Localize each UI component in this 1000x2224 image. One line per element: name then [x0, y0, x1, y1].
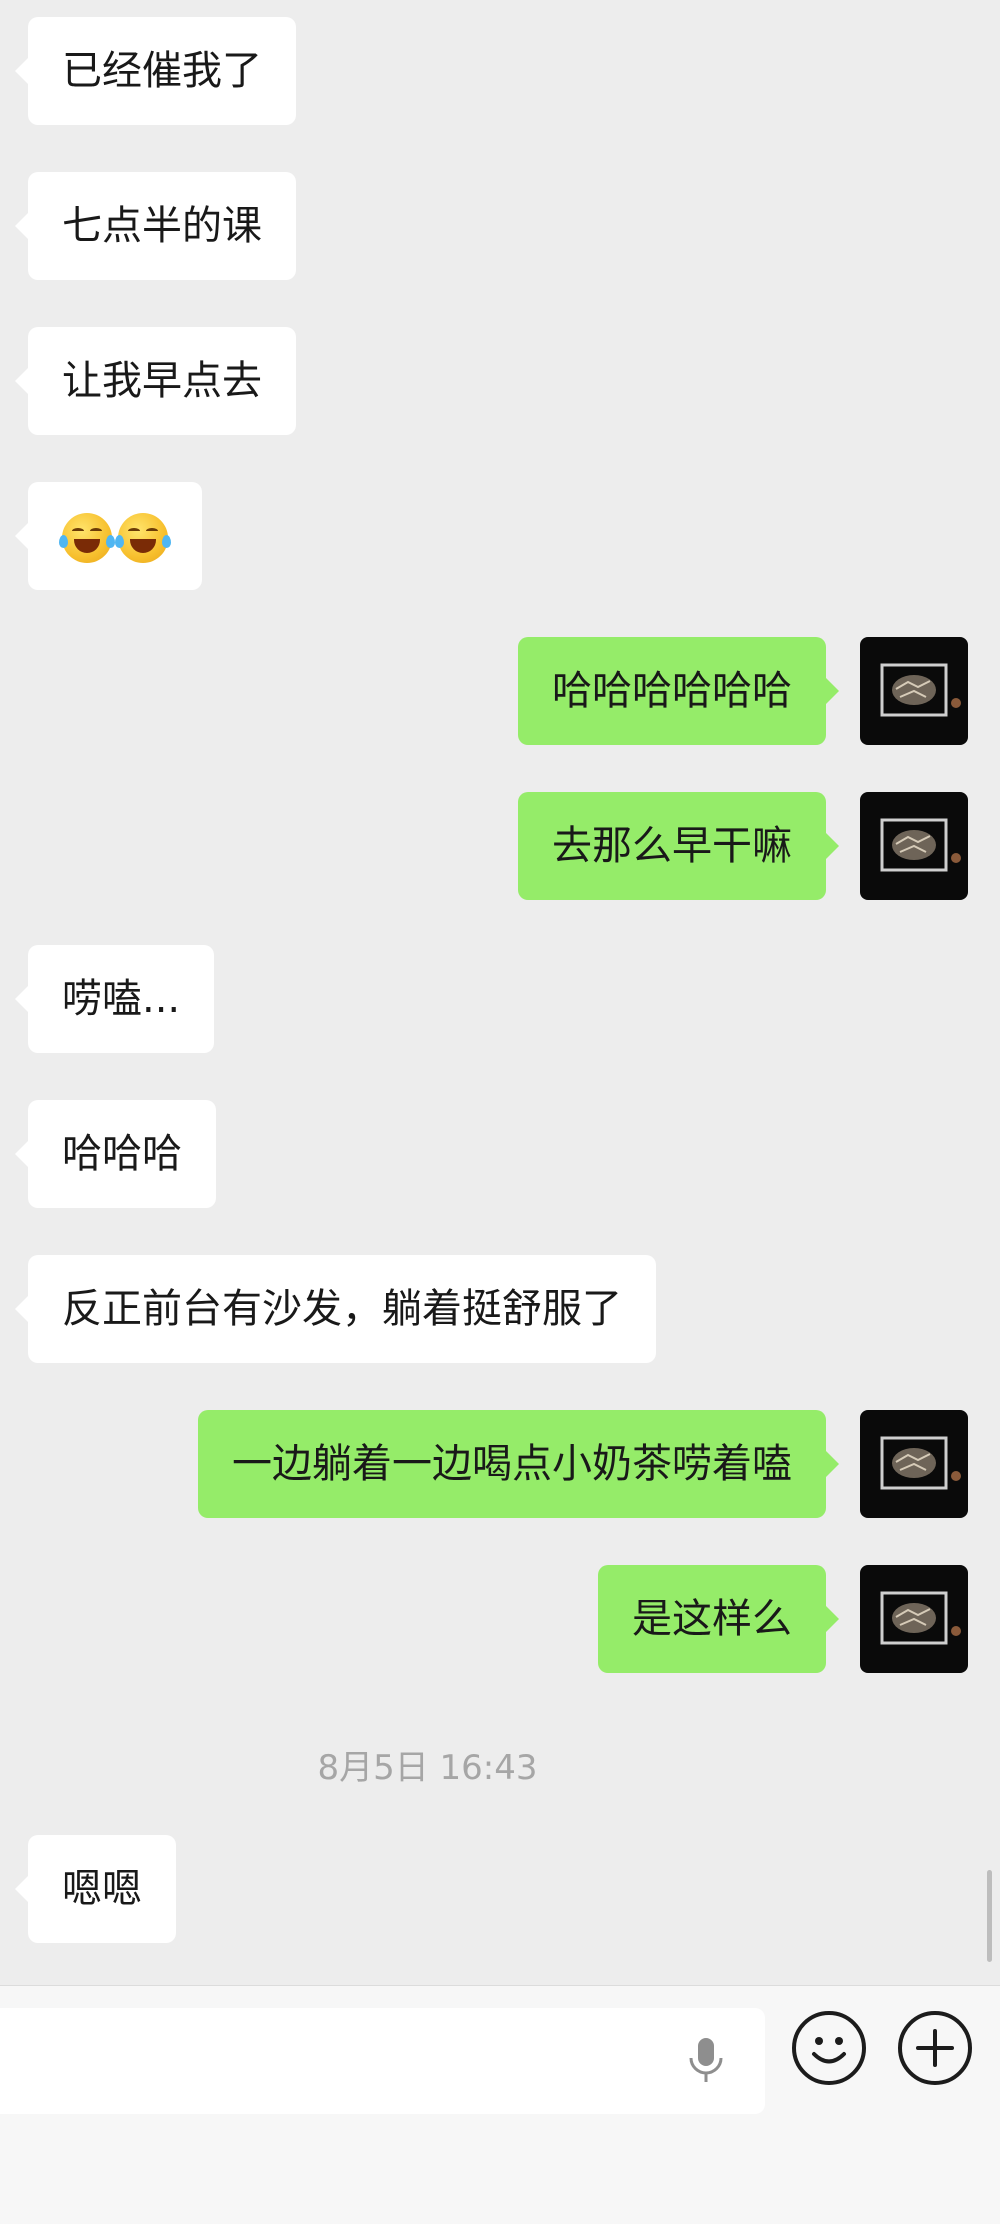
message-bubble-incoming[interactable]: 唠嗑...: [14, 945, 215, 1053]
message-bubble-incoming[interactable]: 让我早点去: [15, 327, 296, 435]
scrollbar[interactable]: [987, 1870, 992, 1962]
message-row-outgoing: 是这样么: [0, 1565, 1000, 1673]
message-text: 去那么早干嘛: [552, 823, 792, 869]
avatar[interactable]: [860, 792, 968, 900]
input-bar: [0, 1985, 1000, 2224]
more-options-button[interactable]: [898, 2011, 972, 2085]
avatar[interactable]: [860, 637, 968, 745]
message-bubble-outgoing[interactable]: 去那么早干嘛: [518, 792, 839, 900]
chat-history[interactable]: 已经催我了 七点半的课 让我早点去 哈哈哈哈哈哈 去那么早干嘛 唠嗑... 哈哈…: [0, 0, 1000, 1985]
message-row-outgoing: 哈哈哈哈哈哈: [0, 637, 1000, 745]
message-text: 唠嗑...: [62, 976, 181, 1022]
avatar[interactable]: [860, 1565, 968, 1673]
microphone-icon[interactable]: [684, 2036, 728, 2086]
message-bubble-outgoing[interactable]: 是这样么: [598, 1565, 839, 1673]
message-text: 七点半的课: [62, 203, 262, 249]
emoji-button[interactable]: [792, 2011, 866, 2085]
message-input-box[interactable]: [0, 2008, 765, 2114]
plus-icon: [916, 2029, 954, 2067]
message-bubble-incoming[interactable]: 已经催我了: [15, 17, 296, 125]
message-row-outgoing: 去那么早干嘛: [0, 792, 1000, 900]
message-timestamp: 8月5日 16:43: [317, 1748, 538, 1788]
message-row-outgoing: 一边躺着一边喝点小奶茶唠着嗑: [0, 1410, 1000, 1518]
message-text: 让我早点去: [62, 358, 262, 404]
message-bubble-outgoing[interactable]: 哈哈哈哈哈哈: [518, 637, 839, 745]
message-row-incoming: 嗯嗯: [0, 1835, 1000, 1943]
smiley-face-icon: [812, 2037, 846, 2064]
message-text: 嗯嗯: [62, 1866, 142, 1912]
message-row-incoming: 哈哈哈: [0, 1100, 1000, 1208]
message-text: 哈哈哈哈哈哈: [552, 668, 792, 714]
message-bubble-incoming[interactable]: 哈哈哈: [15, 1100, 216, 1208]
message-row-incoming: 让我早点去: [0, 327, 1000, 435]
message-bubble-incoming[interactable]: 嗯嗯: [15, 1835, 176, 1943]
message-row-incoming: 七点半的课: [0, 172, 1000, 280]
message-bubble-incoming[interactable]: [15, 482, 202, 590]
message-text: 哈哈哈: [62, 1131, 182, 1177]
message-bubble-incoming[interactable]: 反正前台有沙发，躺着挺舒服了: [15, 1255, 656, 1363]
message-row-incoming: 唠嗑...: [0, 945, 1000, 1053]
message-text: 已经催我了: [62, 48, 262, 94]
avatar[interactable]: [860, 1410, 968, 1518]
message-input[interactable]: [0, 2008, 660, 2114]
laugh-cry-emoji-icon: [59, 513, 115, 563]
message-text: 是这样么: [632, 1596, 792, 1642]
laugh-cry-emoji-icon: [115, 513, 171, 563]
message-bubble-outgoing[interactable]: 一边躺着一边喝点小奶茶唠着嗑: [198, 1410, 839, 1518]
message-text: 一边躺着一边喝点小奶茶唠着嗑: [232, 1441, 792, 1487]
message-text: 反正前台有沙发，躺着挺舒服了: [62, 1286, 622, 1332]
message-bubble-incoming[interactable]: 七点半的课: [15, 172, 296, 280]
message-row-incoming: [0, 482, 1000, 590]
emoji-group: [59, 513, 171, 563]
message-row-incoming: 已经催我了: [0, 17, 1000, 125]
message-row-incoming: 反正前台有沙发，躺着挺舒服了: [0, 1255, 1000, 1363]
